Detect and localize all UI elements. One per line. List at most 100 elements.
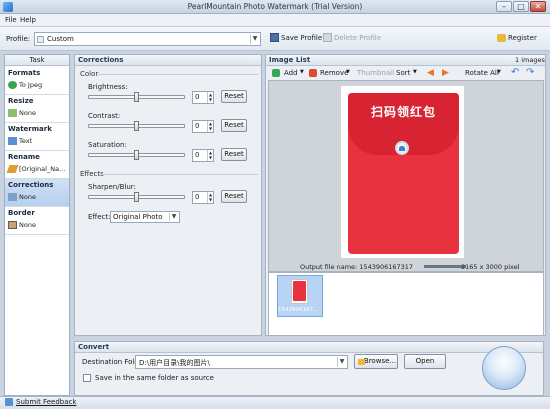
task-value: To Jpeg	[19, 81, 43, 89]
divider	[102, 174, 258, 175]
color-section-label: Color	[80, 70, 99, 78]
remove-icon	[309, 69, 317, 77]
chevron-down-icon[interactable]: ▼	[300, 69, 304, 75]
task-title: Formats	[8, 69, 41, 77]
destination-input[interactable]: D:\用户目录\我的图片\ ▼	[135, 355, 348, 369]
maximize-button[interactable]: □	[513, 1, 529, 12]
chevron-down-icon: ▼	[250, 34, 259, 44]
corrections-header: Corrections	[75, 55, 261, 66]
sharpen-reset-button[interactable]: Reset	[221, 190, 247, 203]
save-icon	[270, 33, 279, 42]
saturation-input[interactable]: 0 ▲ ▼	[192, 149, 214, 162]
watermark-icon	[8, 137, 17, 145]
effect-select[interactable]: Original Photo ▼	[110, 211, 180, 223]
task-border[interactable]: Border None	[5, 207, 69, 235]
brightness-slider-handle[interactable]	[134, 92, 139, 102]
same-folder-checkbox[interactable]	[83, 374, 91, 382]
thumbnail-envelope	[293, 281, 306, 301]
task-title: Rename	[8, 153, 40, 161]
seal-emblem	[399, 146, 405, 151]
output-size: 2165 x 3000 pixel	[461, 263, 520, 271]
sort-button[interactable]: Sort	[396, 69, 410, 77]
browse-button[interactable]: Browse...	[354, 354, 398, 369]
delete-icon	[323, 33, 332, 42]
folder-icon	[358, 359, 365, 365]
thumbnail-caption: 1543906167...	[278, 307, 319, 313]
pencil-icon	[6, 165, 19, 173]
rotate-right-icon[interactable]: ↷	[526, 67, 534, 78]
task-value: Text	[19, 137, 33, 145]
task-watermark[interactable]: Watermark Text	[5, 123, 69, 151]
task-value: None	[19, 221, 36, 229]
chevron-down-icon[interactable]: ▼	[413, 69, 417, 75]
same-folder-label: Save in the same folder as source	[95, 374, 214, 382]
status-bar	[0, 396, 550, 409]
remove-button[interactable]: Remove	[320, 69, 348, 77]
contrast-input[interactable]: 0 ▲ ▼	[192, 120, 214, 133]
task-header: Task	[5, 55, 69, 66]
thumbnail-button[interactable]: Thumbnail	[357, 69, 394, 77]
profile-value: Custom	[47, 35, 74, 43]
task-formats[interactable]: Formats To Jpeg	[5, 67, 69, 95]
task-title: Watermark	[8, 125, 52, 133]
register-button[interactable]: Register	[508, 34, 537, 42]
contrast-reset-button[interactable]: Reset	[221, 119, 247, 132]
corrections-icon	[8, 193, 17, 201]
task-pane: Task Formats To Jpeg Resize None Waterma…	[4, 54, 70, 396]
chevron-down-icon[interactable]: ▼	[346, 69, 350, 75]
sharpen-input[interactable]: 0 ▲ ▼	[192, 191, 214, 204]
saturation-slider-handle[interactable]	[134, 150, 139, 160]
effect-label: Effect:	[88, 213, 111, 221]
menu-help[interactable]: Help	[20, 16, 36, 24]
sharpen-slider-handle[interactable]	[134, 192, 139, 202]
arrow-right-icon[interactable]: ▶	[442, 68, 449, 78]
chevron-down-icon: ▼	[337, 357, 346, 367]
saturation-reset-button[interactable]: Reset	[221, 148, 247, 161]
brightness-reset-button[interactable]: Reset	[221, 90, 247, 103]
brightness-label: Brightness:	[88, 83, 128, 91]
close-button[interactable]: ✕	[530, 1, 546, 12]
task-corrections[interactable]: Corrections None	[5, 179, 69, 207]
rotate-left-icon[interactable]: ↶	[511, 67, 519, 78]
add-icon	[272, 69, 280, 77]
submit-feedback-link[interactable]: Submit Feedback	[16, 398, 76, 406]
contrast-label: Contrast:	[88, 112, 121, 120]
sharpen-label: Sharpen/Blur:	[88, 183, 136, 191]
task-title: Corrections	[8, 181, 54, 189]
convert-icon	[8, 81, 17, 89]
feedback-icon	[5, 398, 13, 406]
destination-value: D:\用户目录\我的图片\	[139, 359, 210, 367]
task-rename[interactable]: Rename [Original_Na...	[5, 151, 69, 179]
delete-profile-button[interactable]: Delete Profile	[334, 34, 381, 42]
add-button[interactable]: Add	[284, 69, 298, 77]
convert-header: Convert	[75, 342, 543, 353]
image-count: 1 images	[515, 56, 545, 64]
key-icon	[497, 34, 506, 42]
chevron-down-icon[interactable]: ▼	[497, 69, 501, 75]
task-resize[interactable]: Resize None	[5, 95, 69, 123]
contrast-slider-handle[interactable]	[134, 121, 139, 131]
image-list-header: Image List	[266, 55, 545, 66]
output-scrollbar[interactable]	[424, 265, 466, 268]
profile-label: Profile:	[6, 35, 31, 43]
profile-icon	[37, 36, 44, 43]
arrow-left-icon[interactable]: ◀	[427, 68, 434, 78]
task-title: Border	[8, 209, 35, 217]
rotate-all-button[interactable]: Rotate All	[465, 69, 499, 77]
convert-button[interactable]	[482, 346, 526, 390]
effects-section-label: Effects	[80, 170, 104, 178]
save-profile-button[interactable]: Save Profile	[281, 34, 322, 42]
minimize-button[interactable]: –	[496, 1, 512, 12]
menu-file[interactable]: File	[5, 16, 17, 24]
divider	[98, 74, 258, 75]
task-title: Resize	[8, 97, 34, 105]
resize-icon	[8, 109, 17, 117]
border-icon	[8, 221, 17, 229]
saturation-label: Saturation:	[88, 141, 127, 149]
brightness-input[interactable]: 0 ▲ ▼	[192, 91, 214, 104]
task-value: [Original_Na...	[19, 165, 66, 173]
output-file-name: Output file name: 1543906167317	[300, 263, 414, 271]
menu-bar	[0, 14, 550, 27]
profile-select[interactable]: Custom ▼	[34, 32, 261, 46]
open-button[interactable]: Open	[404, 354, 446, 369]
